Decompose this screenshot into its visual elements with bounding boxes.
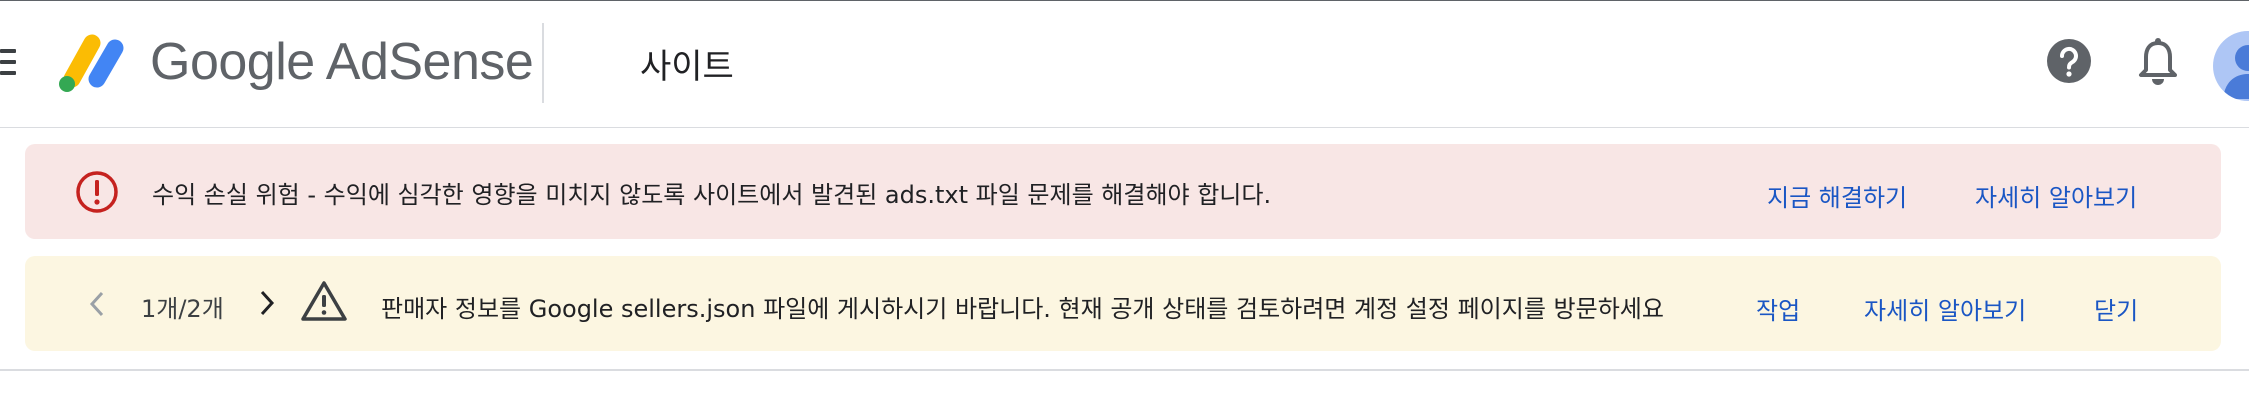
hamburger-menu-icon[interactable] [0,49,16,75]
page-title: 사이트 [640,47,734,87]
error-icon [76,171,118,213]
brand-name[interactable]: Google AdSense [150,32,534,92]
pager-count: 1개/2개 [141,295,224,323]
error-message: 수익 손실 위험 - 수익에 심각한 영향을 미치지 않도록 사이트에서 발견된… [152,181,1272,209]
header-divider [542,23,544,103]
close-link[interactable]: 닫기 [2094,291,2138,326]
chevron-left-icon[interactable] [85,289,109,319]
content-divider [0,369,2249,371]
avatar[interactable] [2213,31,2249,101]
learn-more-link[interactable]: 자세히 알아보기 [1864,291,2026,326]
fix-now-link[interactable]: 지금 해결하기 [1767,178,1907,213]
adsense-logo-icon[interactable] [58,31,128,93]
task-link[interactable]: 작업 [1756,291,1800,326]
help-icon[interactable] [2046,38,2092,84]
sellers-json-warning-banner: 1개/2개 판매자 정보를 Google sellers.json 파일에 게시… [25,256,2221,351]
app-header: Google AdSense 사이트 [0,1,2249,128]
learn-more-link[interactable]: 자세히 알아보기 [1975,178,2137,213]
warning-message: 판매자 정보를 Google sellers.json 파일에 게시하시기 바랍… [381,295,1664,323]
ads-txt-error-banner: 수익 손실 위험 - 수익에 심각한 영향을 미치지 않도록 사이트에서 발견된… [25,144,2221,239]
warning-icon [301,281,347,321]
chevron-right-icon[interactable] [255,288,279,318]
user-avatar-icon [2223,45,2249,99]
bell-icon[interactable] [2136,37,2180,87]
